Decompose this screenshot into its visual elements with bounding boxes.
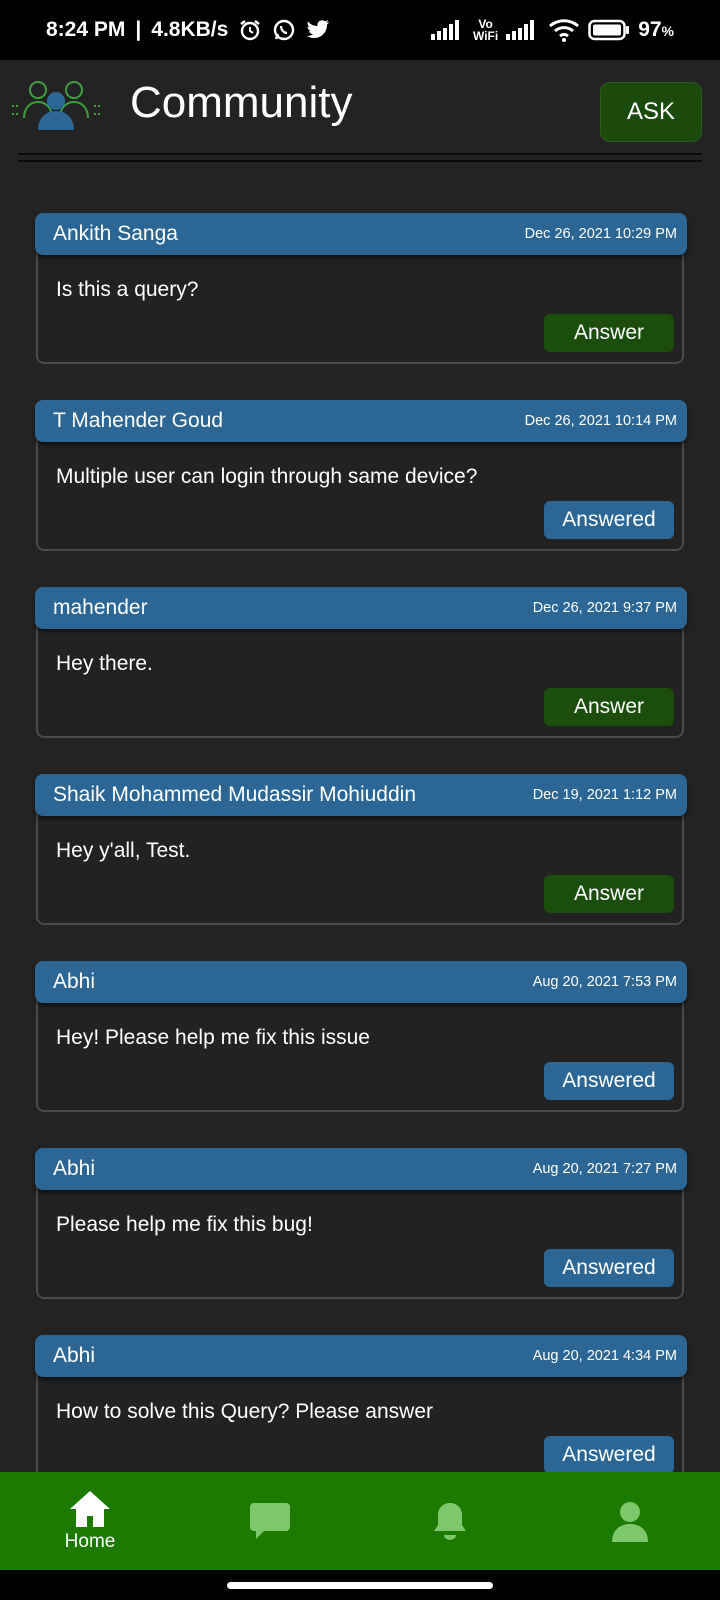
bottom-nav: Home <box>0 1472 720 1570</box>
question-text: Hey! Please help me fix this issue <box>56 1026 370 1049</box>
question-text: Hey y'all, Test. <box>56 839 191 862</box>
question-card: Abhi Aug 20, 2021 7:27 PM Please help me… <box>35 1148 687 1299</box>
author-name: T Mahender Goud <box>53 409 224 432</box>
card-header: Shaik Mohammed Mudassir Mohiuddin Dec 19… <box>35 774 687 816</box>
answer-button[interactable]: Answer <box>544 875 674 913</box>
nav-profile[interactable] <box>540 1472 720 1570</box>
wifi-icon <box>548 18 580 42</box>
nav-home[interactable]: Home <box>0 1472 180 1570</box>
post-timestamp: Dec 26, 2021 10:29 PM <box>524 226 677 242</box>
chat-icon <box>250 1503 290 1539</box>
status-bar: 8:24 PM | 4.8KB/s Vo WiFi 97% <box>0 0 720 60</box>
card-header: Abhi Aug 20, 2021 7:27 PM <box>35 1148 687 1190</box>
author-name: mahender <box>53 596 148 619</box>
whatsapp-icon <box>272 18 296 42</box>
answered-button[interactable]: Answered <box>544 1436 674 1472</box>
card-header: Abhi Aug 20, 2021 4:34 PM <box>35 1335 687 1377</box>
question-text: How to solve this Query? Please answer <box>56 1400 434 1423</box>
battery-icon <box>588 19 630 41</box>
post-timestamp: Dec 26, 2021 9:37 PM <box>532 600 677 616</box>
question-card: mahender Dec 26, 2021 9:37 PM Hey there.… <box>35 587 687 738</box>
question-feed[interactable]: Ankith Sanga Dec 26, 2021 10:29 PM Is th… <box>0 170 720 1472</box>
question-card: Shaik Mohammed Mudassir Mohiuddin Dec 19… <box>35 774 687 925</box>
alarm-icon <box>238 18 262 42</box>
ask-button[interactable]: ASK <box>600 82 702 142</box>
net-speed: 4.8KB/s <box>151 18 229 41</box>
question-card: Ankith Sanga Dec 26, 2021 10:29 PM Is th… <box>35 213 687 364</box>
author-name: Shaik Mohammed Mudassir Mohiuddin <box>53 783 416 806</box>
battery-unit: % <box>661 23 674 39</box>
nav-home-label: Home <box>64 1531 116 1552</box>
profile-icon <box>612 1502 648 1542</box>
card-header: Ankith Sanga Dec 26, 2021 10:29 PM <box>35 213 687 255</box>
post-timestamp: Aug 20, 2021 4:34 PM <box>532 1348 677 1364</box>
home-icon <box>70 1491 110 1527</box>
bell-icon <box>434 1503 466 1540</box>
gesture-bar[interactable] <box>227 1582 493 1589</box>
post-timestamp: Aug 20, 2021 7:27 PM <box>532 1161 677 1177</box>
answered-button[interactable]: Answered <box>544 1249 674 1287</box>
vowifi-bottom: WiFi <box>472 29 499 43</box>
question-text: Hey there. <box>56 652 153 675</box>
question-text: Please help me fix this bug! <box>56 1213 313 1236</box>
signal-icon <box>506 20 540 40</box>
battery-value: 97 <box>638 18 662 41</box>
author-name: Abhi <box>53 1344 96 1367</box>
community-icon <box>10 72 102 136</box>
card-header: Abhi Aug 20, 2021 7:53 PM <box>35 961 687 1003</box>
card-header: T Mahender Goud Dec 26, 2021 10:14 PM <box>35 400 687 442</box>
post-timestamp: Dec 19, 2021 1:12 PM <box>532 787 677 803</box>
screen: 8:24 PM | 4.8KB/s Vo WiFi 97% Community … <box>0 0 720 1600</box>
author-name: Abhi <box>53 970 96 993</box>
answer-button[interactable]: Answer <box>544 314 674 352</box>
card-header: mahender Dec 26, 2021 9:37 PM <box>35 587 687 629</box>
question-card: Abhi Aug 20, 2021 4:34 PM How to solve t… <box>35 1335 687 1472</box>
gesture-area <box>0 1570 720 1600</box>
author-name: Abhi <box>53 1157 96 1180</box>
status-left: 8:24 PM | 4.8KB/s <box>46 18 330 42</box>
answered-button[interactable]: Answered <box>544 501 674 539</box>
question-card: T Mahender Goud Dec 26, 2021 10:14 PM Mu… <box>35 400 687 551</box>
answered-button[interactable]: Answered <box>544 1062 674 1100</box>
question-text: Is this a query? <box>56 278 199 301</box>
twitter-icon <box>306 19 330 41</box>
vowifi-icon: Vo WiFi <box>473 18 498 42</box>
signal-icon <box>430 20 465 40</box>
question-text: Multiple user can login through same dev… <box>56 465 478 488</box>
question-card: Abhi Aug 20, 2021 7:53 PM Hey! Please he… <box>35 961 687 1112</box>
nav-notifications[interactable] <box>360 1472 540 1570</box>
author-name: Ankith Sanga <box>53 222 178 245</box>
app-header: Community ASK <box>0 60 720 152</box>
header-divider <box>18 153 702 155</box>
status-separator: | <box>135 18 142 41</box>
post-timestamp: Aug 20, 2021 7:53 PM <box>532 974 677 990</box>
page-title: Community <box>130 78 353 127</box>
post-timestamp: Dec 26, 2021 10:14 PM <box>524 413 677 429</box>
nav-chat[interactable] <box>180 1472 360 1570</box>
answer-button[interactable]: Answer <box>544 688 674 726</box>
battery-level: 97% <box>638 18 674 42</box>
status-time: 8:24 PM <box>46 18 126 41</box>
status-right: Vo WiFi 97% <box>430 18 674 42</box>
header-divider <box>18 160 702 162</box>
